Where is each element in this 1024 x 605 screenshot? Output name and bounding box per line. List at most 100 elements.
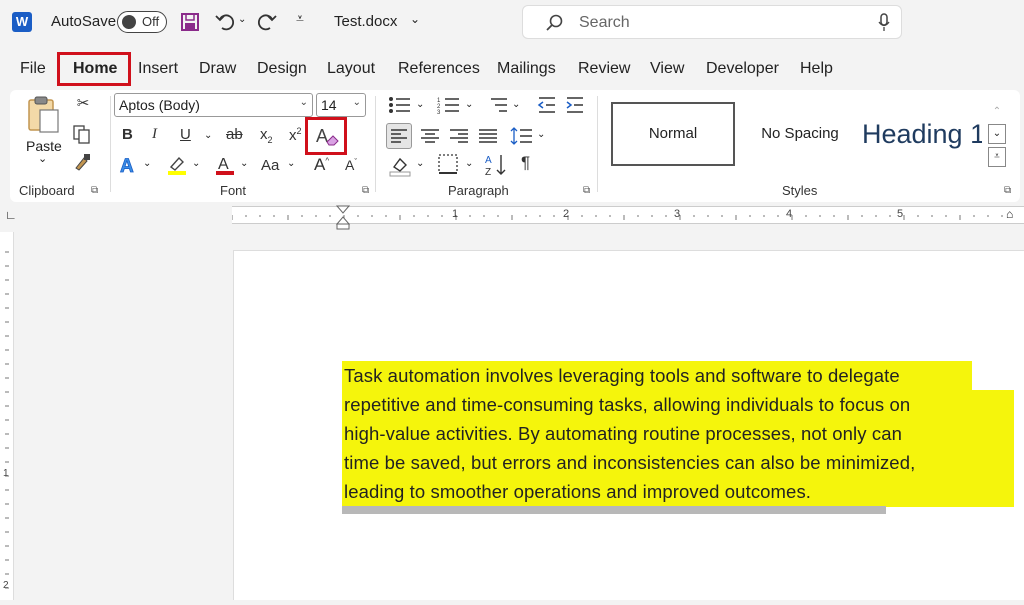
group-separator: [110, 96, 111, 192]
styles-launcher-icon[interactable]: ⧉: [1004, 185, 1011, 196]
font-launcher-icon[interactable]: ⧉: [362, 185, 369, 196]
vruler-number: 2: [3, 580, 9, 591]
word-logo-icon: W: [12, 12, 32, 32]
change-case-button[interactable]: Aa: [261, 157, 279, 174]
underline-button[interactable]: U: [180, 126, 191, 143]
copy-icon[interactable]: [72, 124, 92, 144]
shrink-font-glyph: A: [345, 157, 355, 173]
svg-text:3: 3: [437, 110, 441, 114]
tab-developer[interactable]: Developer: [706, 60, 779, 78]
ruler-number: 4: [786, 208, 793, 220]
sort-icon[interactable]: AZ: [485, 152, 507, 178]
subscript-2: 2: [267, 135, 273, 145]
chevron-down-icon[interactable]: ⌄: [416, 99, 424, 110]
chevron-down-icon[interactable]: ⌄: [240, 158, 248, 169]
customize-toolbar-icon[interactable]: ⩡: [296, 10, 304, 27]
tab-design[interactable]: Design: [257, 60, 307, 78]
shrink-font-button[interactable]: Aˇ: [345, 157, 357, 173]
show-formatting-marks-button[interactable]: ¶: [521, 153, 530, 173]
tab-draw[interactable]: Draw: [199, 60, 236, 78]
save-icon[interactable]: [180, 12, 200, 32]
tab-mailings[interactable]: Mailings: [497, 60, 556, 78]
chevron-down-icon[interactable]: ⌄: [512, 99, 520, 110]
bullets-icon[interactable]: [388, 96, 412, 114]
indent-marker-icon[interactable]: [335, 204, 351, 230]
font-name-select[interactable]: Aptos (Body) ⌄: [114, 93, 313, 117]
document-line[interactable]: time be saved, but errors and inconsiste…: [344, 452, 915, 474]
chevron-down-icon[interactable]: ⌄: [287, 158, 295, 169]
font-group-label: Font: [220, 183, 247, 198]
chevron-down-icon[interactable]: ⌄: [143, 158, 151, 169]
document-line[interactable]: leading to smoother operations and impro…: [344, 481, 811, 503]
paragraph-launcher-icon[interactable]: ⧉: [583, 185, 590, 196]
numbering-icon[interactable]: 1 2 3: [437, 96, 461, 114]
style-normal[interactable]: Normal: [611, 102, 735, 166]
chevron-down-icon[interactable]: ⌄: [465, 158, 473, 169]
line-spacing-icon[interactable]: [510, 124, 534, 148]
font-color-icon[interactable]: A: [214, 154, 236, 176]
increase-indent-icon[interactable]: [565, 96, 585, 114]
shading-icon[interactable]: [388, 153, 412, 177]
undo-icon[interactable]: [214, 10, 236, 32]
toggle-knob: [122, 15, 136, 29]
document-line[interactable]: repetitive and time-consuming tasks, all…: [344, 394, 910, 416]
undo-dropdown-icon[interactable]: ⌄: [238, 14, 246, 25]
chevron-down-icon[interactable]: ⌄: [537, 129, 545, 140]
mic-icon[interactable]: [877, 13, 891, 33]
document-line[interactable]: high-value activities. By automating rou…: [344, 423, 902, 445]
paste-dropdown-icon[interactable]: ⌄: [38, 152, 47, 165]
grow-font-button[interactable]: A^: [314, 155, 329, 175]
clear-formatting-icon[interactable]: A: [314, 124, 340, 148]
chevron-down-icon[interactable]: ⌄: [192, 158, 200, 169]
chevron-down-icon: ⌄: [299, 97, 308, 108]
italic-button[interactable]: I: [152, 126, 157, 143]
font-name-value: Aptos (Body): [119, 97, 200, 113]
font-size-select[interactable]: 14 ⌄: [316, 93, 366, 117]
clipboard-launcher-icon[interactable]: ⧉: [91, 185, 98, 196]
style-heading[interactable]: Heading 1: [862, 102, 982, 166]
borders-icon[interactable]: [437, 153, 459, 175]
redo-icon[interactable]: [256, 10, 278, 32]
search-box[interactable]: Search: [522, 5, 902, 39]
ruler-number: 1: [452, 208, 459, 220]
paste-icon[interactable]: [26, 96, 62, 134]
style-no-spacing[interactable]: No Spacing: [745, 102, 855, 166]
tab-file[interactable]: File: [20, 60, 46, 78]
document-line[interactable]: Task automation involves leveraging tool…: [344, 365, 900, 387]
svg-text:Z: Z: [485, 167, 491, 178]
text-effects-glyph: A: [120, 156, 134, 176]
tab-review[interactable]: Review: [578, 60, 630, 78]
tab-insert[interactable]: Insert: [138, 60, 178, 78]
bold-button[interactable]: B: [122, 126, 133, 143]
tab-layout[interactable]: Layout: [327, 60, 375, 78]
styles-scroll-up-icon[interactable]: ⌃: [988, 102, 1006, 122]
styles-scroll-down-icon[interactable]: ⌄: [988, 124, 1006, 144]
tab-selector-icon[interactable]: ∟: [5, 208, 17, 222]
right-indent-icon[interactable]: ⌂: [1006, 207, 1013, 221]
text-effects-icon[interactable]: A: [118, 154, 140, 176]
align-center-icon[interactable]: [418, 124, 442, 148]
chevron-down-icon[interactable]: ⌄: [465, 99, 473, 110]
tab-references[interactable]: References: [398, 60, 480, 78]
highlight-color-icon[interactable]: [166, 154, 188, 176]
decrease-indent-icon[interactable]: [537, 96, 557, 114]
tab-help[interactable]: Help: [800, 60, 833, 78]
chevron-down-icon[interactable]: ⌄: [416, 158, 424, 169]
tab-view[interactable]: View: [650, 60, 684, 78]
styles-more-icon[interactable]: ⩡: [988, 147, 1006, 167]
filename-chevron-icon[interactable]: ⌄: [410, 12, 420, 26]
highlight-shadow: [342, 506, 886, 514]
superscript-button[interactable]: x2: [289, 126, 302, 144]
chevron-down-icon: ⌄: [352, 97, 361, 108]
subscript-button[interactable]: x2: [260, 126, 273, 145]
vertical-ruler-ticks: [5, 251, 9, 589]
format-painter-icon[interactable]: [72, 152, 92, 172]
multilevel-list-icon[interactable]: [485, 96, 509, 114]
align-right-icon[interactable]: [447, 124, 471, 148]
cut-icon[interactable]: ✂: [74, 94, 92, 112]
justify-icon[interactable]: [476, 124, 500, 148]
strikethrough-button[interactable]: ab: [226, 126, 243, 143]
autosave-toggle[interactable]: Off: [117, 11, 167, 33]
underline-dropdown-icon[interactable]: ⌄: [204, 130, 212, 141]
align-left-button[interactable]: [386, 123, 412, 149]
